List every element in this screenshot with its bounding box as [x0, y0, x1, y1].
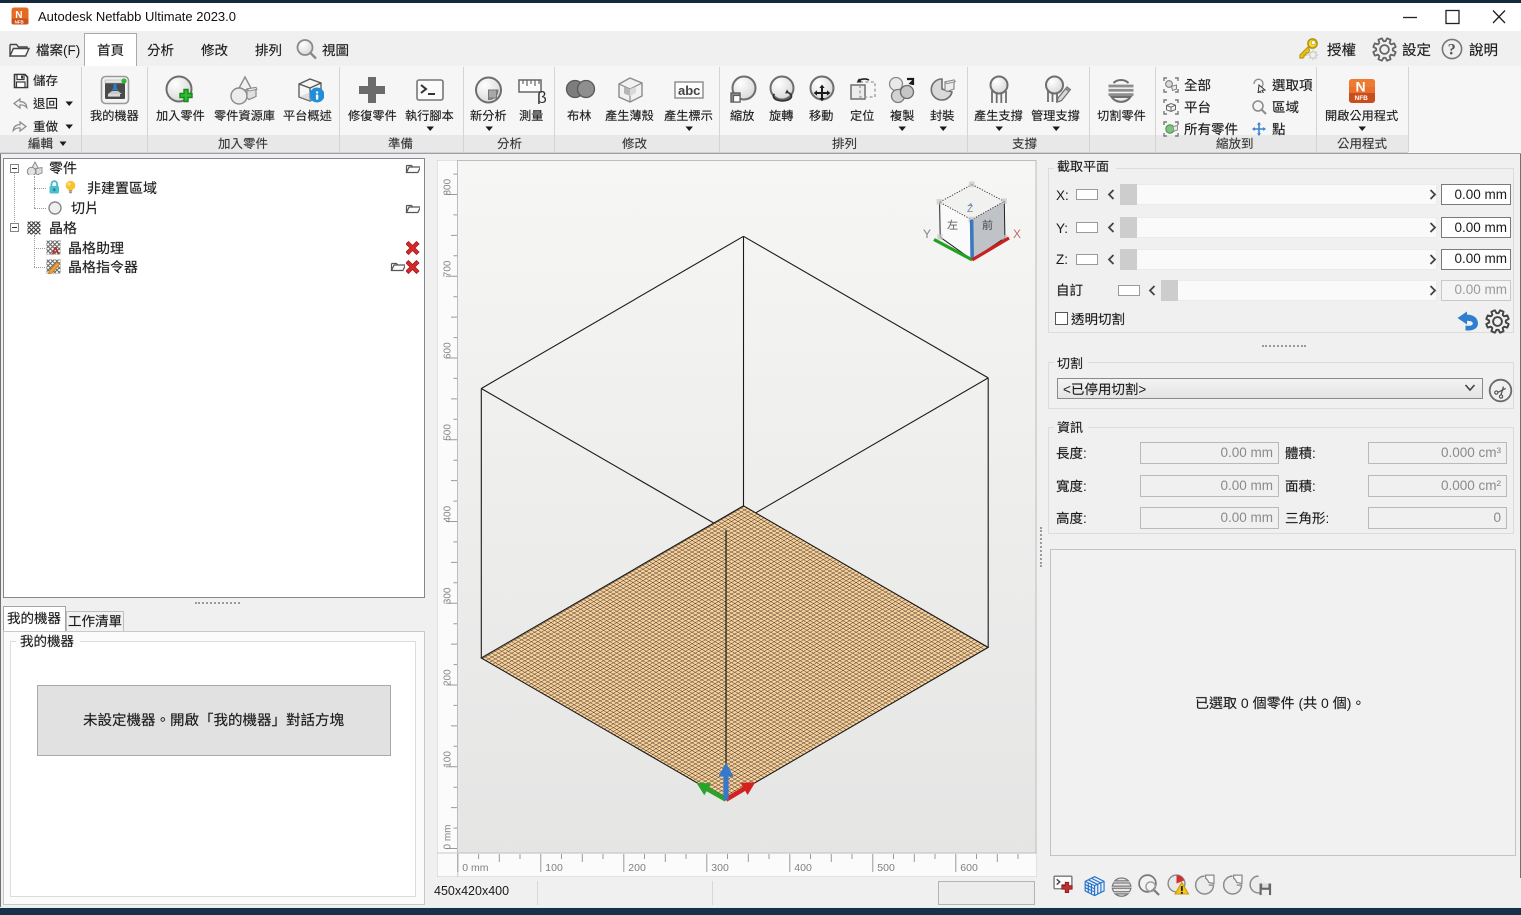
svg-text:X:: X: — [1056, 188, 1069, 203]
svg-text:300: 300 — [711, 862, 729, 874]
svg-text:200: 200 — [628, 862, 646, 874]
svg-text:(F): (F) — [63, 43, 80, 58]
svg-text:Y:: Y: — [1056, 221, 1068, 236]
svg-text:600: 600 — [960, 862, 978, 874]
svg-text:(: ( — [1295, 696, 1304, 711]
svg-text:Z: Z — [967, 204, 973, 215]
svg-text:0: 0 — [1237, 696, 1253, 711]
svg-text::: : — [1312, 446, 1316, 461]
svg-text:): ) — [1347, 696, 1352, 711]
svg-text::: : — [1312, 479, 1316, 494]
svg-text:NFB: NFB — [15, 19, 24, 24]
svg-text:<: < — [1063, 382, 1071, 397]
svg-text:200: 200 — [443, 669, 454, 686]
svg-text:0 mm: 0 mm — [462, 862, 489, 874]
svg-text::: : — [1325, 511, 1329, 526]
svg-text:N: N — [1355, 78, 1365, 94]
svg-text:500: 500 — [443, 424, 454, 441]
svg-text:0 mm: 0 mm — [443, 825, 454, 850]
svg-text:?: ? — [1448, 42, 1456, 59]
svg-text:0: 0 — [1317, 696, 1333, 711]
svg-text::: : — [1083, 446, 1087, 461]
svg-text:100: 100 — [545, 862, 563, 874]
svg-text:700: 700 — [443, 260, 454, 277]
svg-text:X: X — [1013, 227, 1021, 241]
svg-text:400: 400 — [443, 505, 454, 522]
svg-text:NFB: NFB — [1354, 95, 1368, 102]
svg-text:400: 400 — [794, 862, 812, 874]
svg-text:β: β — [537, 88, 546, 104]
svg-text:>: > — [1138, 382, 1146, 397]
svg-text:800: 800 — [443, 178, 454, 195]
svg-text::: : — [1083, 479, 1087, 494]
svg-text:A: A — [52, 246, 60, 256]
svg-text:600: 600 — [443, 342, 454, 359]
svg-text:Z:: Z: — [1056, 252, 1068, 267]
svg-text::: : — [1083, 511, 1087, 526]
svg-text:500: 500 — [877, 862, 895, 874]
svg-text:300: 300 — [443, 587, 454, 604]
svg-text:Y: Y — [923, 227, 931, 241]
svg-text:abc: abc — [678, 83, 700, 98]
svg-text:100: 100 — [443, 751, 454, 768]
